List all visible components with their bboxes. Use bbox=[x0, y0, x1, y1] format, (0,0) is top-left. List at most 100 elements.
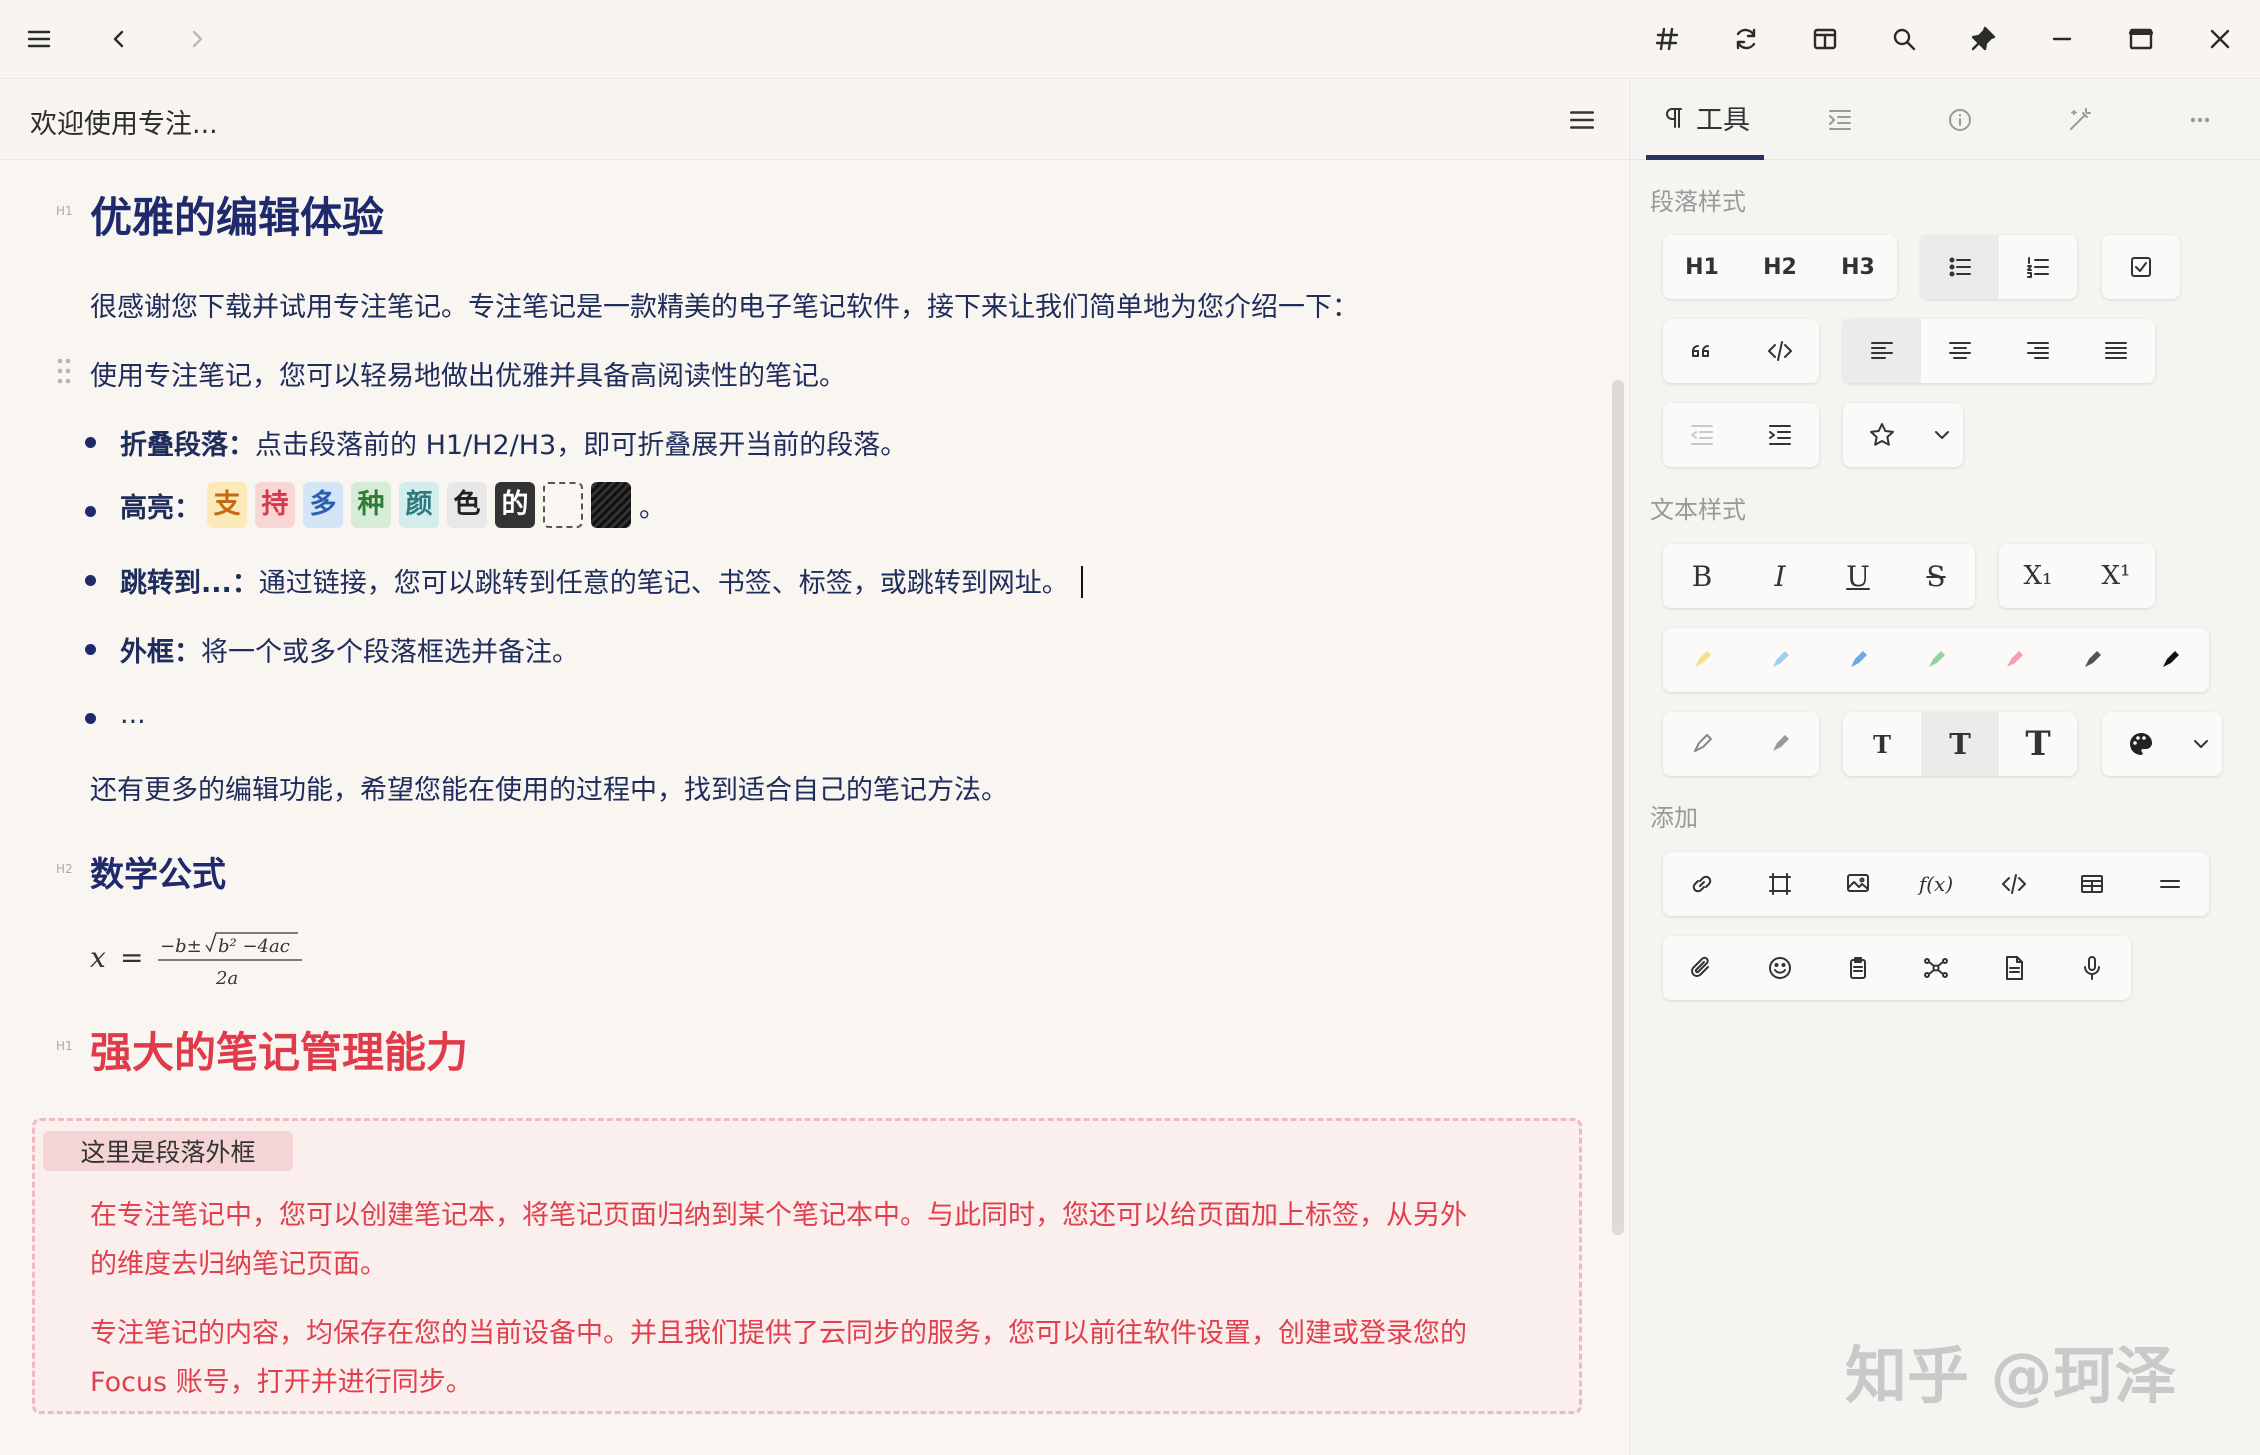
bullet-dot bbox=[85, 575, 96, 586]
heading-fold-marker[interactable]: H1 bbox=[56, 204, 73, 218]
subscript-button[interactable]: X₁ bbox=[1999, 544, 2077, 608]
pilcrow-icon bbox=[1666, 107, 1682, 128]
star-dropdown-button[interactable] bbox=[1921, 403, 1963, 467]
link-button[interactable] bbox=[1663, 852, 1741, 916]
formula-button[interactable]: f(x) bbox=[1897, 852, 1975, 916]
mindmap-button[interactable] bbox=[1897, 936, 1975, 1000]
h3-button[interactable]: H3 bbox=[1819, 235, 1897, 299]
highlighter-pink[interactable] bbox=[1975, 628, 2053, 692]
align-group bbox=[1843, 319, 2155, 383]
color-group bbox=[2102, 712, 2222, 776]
hashtag-icon[interactable] bbox=[1640, 12, 1694, 66]
forward-icon[interactable] bbox=[170, 12, 224, 66]
align-center-button[interactable] bbox=[1921, 319, 1999, 383]
checkbox-icon bbox=[2131, 257, 2151, 277]
close-icon[interactable] bbox=[2193, 12, 2247, 66]
tab-tools[interactable]: 工具 bbox=[1646, 80, 1764, 160]
heading-group: H1 H2 H3 bbox=[1663, 235, 1897, 299]
quote-button[interactable] bbox=[1663, 319, 1741, 383]
frame-button[interactable] bbox=[1741, 852, 1819, 916]
pen-outline-button[interactable] bbox=[1663, 712, 1741, 776]
editor-area[interactable]: H1 优雅的编辑体验 很感谢您下载并试用专注笔记。专注笔记是一款精美的电子笔记软… bbox=[0, 161, 1628, 1455]
underline-button[interactable]: U bbox=[1819, 544, 1897, 608]
frame-icon bbox=[1769, 873, 1791, 895]
align-left-button[interactable] bbox=[1843, 319, 1921, 383]
bullet-list-button[interactable] bbox=[1921, 235, 1999, 299]
outline-icon[interactable] bbox=[1560, 98, 1604, 142]
border-text: 将一个或多个段落框选并备注。 bbox=[201, 637, 579, 668]
document-title[interactable]: 欢迎使用专注... bbox=[30, 102, 218, 141]
document-icon bbox=[2006, 956, 2023, 980]
heading-edit-experience: 优雅的编辑体验 bbox=[90, 193, 385, 242]
font-medium-button[interactable]: T bbox=[1921, 712, 1999, 776]
mindmap-icon bbox=[1924, 958, 1948, 978]
drag-handle-icon[interactable] bbox=[56, 357, 72, 385]
title-bar bbox=[0, 0, 2260, 79]
frame-label[interactable]: 这里是段落外框 bbox=[43, 1131, 293, 1171]
split-view-icon[interactable] bbox=[1798, 12, 1852, 66]
h2-button[interactable]: H2 bbox=[1741, 235, 1819, 299]
tab-magic[interactable] bbox=[2040, 80, 2120, 160]
intro2-paragraph: 使用专注笔记，您可以轻易地做出优雅并具备高阅读性的笔记。 bbox=[90, 361, 846, 392]
outline-list-icon bbox=[1829, 110, 1851, 130]
bold-button[interactable]: B bbox=[1663, 544, 1741, 608]
more-paragraph: 还有更多的编辑功能，希望您能在使用的过程中，找到适合自己的笔记方法。 bbox=[90, 775, 1008, 806]
italic-button[interactable]: I bbox=[1741, 544, 1819, 608]
emoji-button[interactable] bbox=[1741, 936, 1819, 1000]
star-button[interactable] bbox=[1843, 403, 1921, 467]
heading-fold-marker[interactable]: H1 bbox=[56, 1039, 73, 1053]
table-button[interactable] bbox=[2053, 852, 2131, 916]
font-large-button[interactable]: T bbox=[1999, 712, 2077, 776]
justify-button[interactable] bbox=[2077, 319, 2155, 383]
align-right-button[interactable] bbox=[1999, 319, 2077, 383]
back-icon[interactable] bbox=[92, 12, 146, 66]
pin-icon[interactable] bbox=[1956, 12, 2010, 66]
indent-button[interactable] bbox=[1741, 403, 1819, 467]
highlighter-black[interactable] bbox=[2131, 628, 2209, 692]
paragraph-frame[interactable]: 这里是段落外框 在专注笔记中，您可以创建笔记本，将笔记页面归纳到某个笔记本中。与… bbox=[32, 1118, 1582, 1414]
tab-info[interactable] bbox=[1920, 80, 2000, 160]
attachment-button[interactable] bbox=[1663, 936, 1741, 1000]
highlighter-icon bbox=[1695, 651, 1711, 667]
jump-text: 通过链接，您可以跳转到任意的笔记、书签、标签，或跳转到网址。 bbox=[258, 568, 1069, 599]
eraser-button[interactable] bbox=[1741, 712, 1819, 776]
menu-icon[interactable] bbox=[12, 12, 66, 66]
heading-fold-marker[interactable]: H2 bbox=[56, 862, 73, 876]
minimize-icon[interactable] bbox=[2035, 12, 2089, 66]
code-block-button[interactable] bbox=[1741, 319, 1819, 383]
tab-outline[interactable] bbox=[1800, 80, 1880, 160]
highlighter-yellow[interactable] bbox=[1663, 628, 1741, 692]
frame-paragraph-1b: 的维度去归纳笔记页面。 bbox=[90, 1249, 387, 1280]
checklist-button[interactable] bbox=[2102, 235, 2180, 299]
h1-button[interactable]: H1 bbox=[1663, 235, 1741, 299]
clipboard-button[interactable] bbox=[1819, 936, 1897, 1000]
strikethrough-button[interactable]: S bbox=[1897, 544, 1975, 608]
font-small-button[interactable]: T bbox=[1843, 712, 1921, 776]
outdent-button[interactable] bbox=[1663, 403, 1741, 467]
highlighter-lightblue[interactable] bbox=[1741, 628, 1819, 692]
editor-scrollbar[interactable] bbox=[1612, 380, 1624, 1235]
page-button[interactable] bbox=[1975, 936, 2053, 1000]
image-button[interactable] bbox=[1819, 852, 1897, 916]
search-icon[interactable] bbox=[1877, 12, 1931, 66]
audio-button[interactable] bbox=[2053, 936, 2131, 1000]
microphone-icon bbox=[2084, 956, 2100, 980]
sync-icon[interactable] bbox=[1719, 12, 1773, 66]
divider-button[interactable] bbox=[2131, 852, 2209, 916]
highlighter-blue[interactable] bbox=[1819, 628, 1897, 692]
highlighter-green[interactable] bbox=[1897, 628, 1975, 692]
border-label: 外框： bbox=[120, 637, 201, 668]
maximize-icon[interactable] bbox=[2114, 12, 2168, 66]
highlighter-gray[interactable] bbox=[2053, 628, 2131, 692]
superscript-button[interactable]: X¹ bbox=[2077, 544, 2155, 608]
color-palette-button[interactable] bbox=[2102, 712, 2180, 776]
color-dropdown-button[interactable] bbox=[2180, 712, 2222, 776]
intro-paragraph: 很感谢您下载并试用专注笔记。专注笔记是一款精美的电子笔记软件，接下来让我们简单地… bbox=[90, 292, 1359, 323]
highlighter-icon bbox=[1773, 651, 1789, 667]
tab-more[interactable] bbox=[2160, 80, 2240, 160]
numbered-list-button[interactable] bbox=[1999, 235, 2077, 299]
list-group bbox=[1921, 235, 2077, 299]
paperclip-icon bbox=[1691, 956, 1709, 977]
math-formula[interactable]: x = −b± b² −4ac 2a bbox=[88, 927, 328, 997]
inline-code-button[interactable] bbox=[1975, 852, 2053, 916]
